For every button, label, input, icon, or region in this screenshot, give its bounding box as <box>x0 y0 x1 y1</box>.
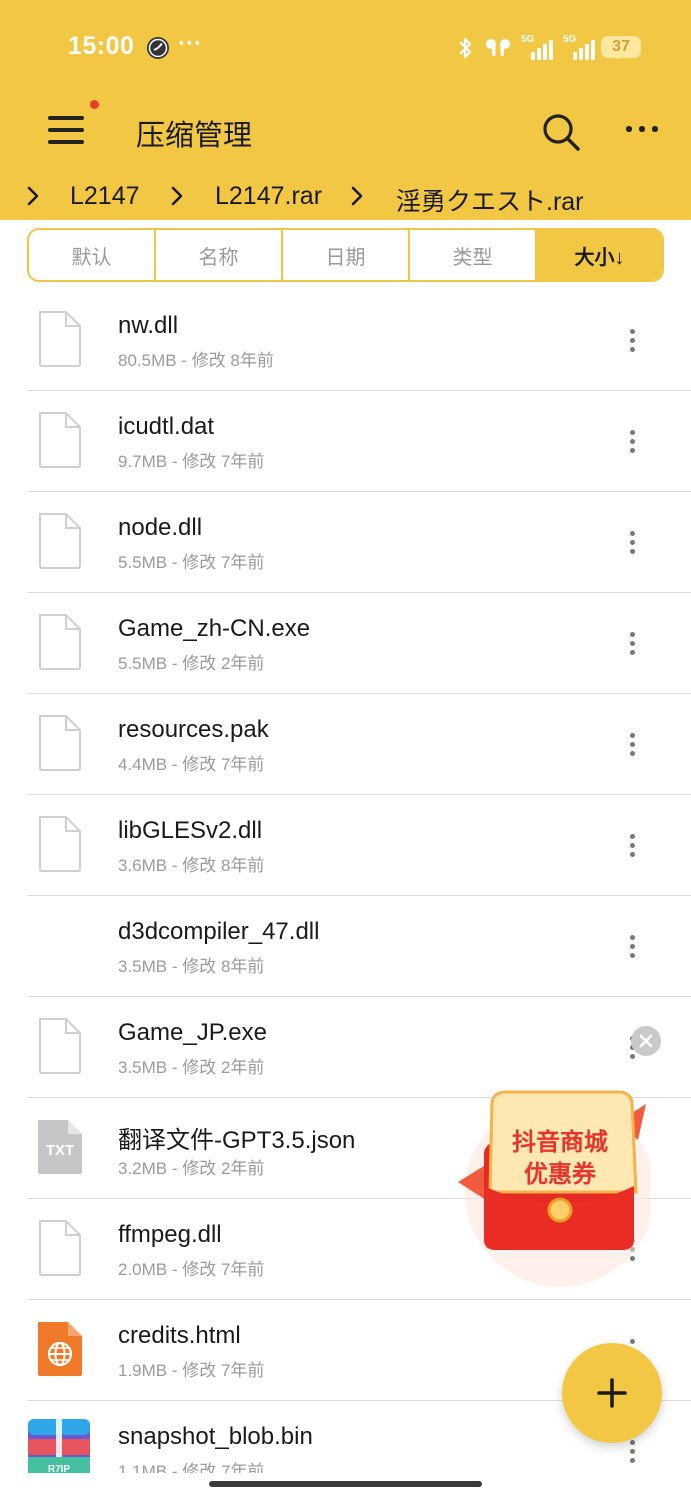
more-options-icon[interactable] <box>622 126 662 136</box>
bluetooth-icon <box>459 37 472 59</box>
signal-bars-icon <box>531 40 553 60</box>
status-more-dots: ··· <box>178 30 202 57</box>
app-header: 15:00 ··· 5G 5G 37 压缩管理 L2147 L2147.rar … <box>0 0 691 220</box>
file-name: credits.html <box>118 1322 241 1349</box>
file-row[interactable]: nw.dll 80.5MB - 修改 8年前 <box>0 290 691 391</box>
red-envelope-coupon-icon[interactable]: 抖音商城 优惠券 <box>450 1082 650 1292</box>
more-vert-icon[interactable] <box>622 731 644 757</box>
sort-tab-size[interactable]: 大小↓ <box>537 230 662 280</box>
file-name: Game_JP.exe <box>118 1019 267 1046</box>
file-name: libGLESv2.dll <box>118 817 263 844</box>
sort-tab-name[interactable]: 名称 <box>156 230 283 280</box>
sort-tab-type[interactable]: 类型 <box>410 230 537 280</box>
file-row[interactable]: resources.pak 4.4MB - 修改 7年前 <box>0 694 691 795</box>
file-meta: 5.5MB - 修改 2年前 <box>118 654 265 673</box>
hamburger-menu-icon[interactable] <box>48 112 88 148</box>
close-icon[interactable] <box>631 1026 661 1056</box>
file-row[interactable]: Game_zh-CN.exe 5.5MB - 修改 2年前 <box>0 593 691 694</box>
file-row[interactable]: d3dcompiler_47.dll 3.5MB - 修改 8年前 <box>0 896 691 997</box>
clock-app-icon <box>147 37 169 59</box>
file-row[interactable]: libGLESv2.dll 3.6MB - 修改 8年前 <box>0 795 691 896</box>
notification-badge-dot <box>90 100 99 109</box>
file-meta: 80.5MB - 修改 8年前 <box>118 351 274 370</box>
file-meta: 5.5MB - 修改 7年前 <box>118 553 265 572</box>
earbuds-icon <box>486 39 510 56</box>
sort-tabs: 默认 名称 日期 类型 大小↓ <box>27 228 664 282</box>
status-time: 15:00 <box>68 32 135 60</box>
signal-bars-icon <box>573 40 595 60</box>
file-meta: 2.0MB - 修改 7年前 <box>118 1260 265 1279</box>
chevron-right-icon <box>351 186 363 206</box>
plus-icon <box>597 1378 627 1408</box>
file-name: resources.pak <box>118 716 269 743</box>
file-meta: 9.7MB - 修改 7年前 <box>118 452 265 471</box>
home-indicator[interactable] <box>209 1481 482 1487</box>
file-icon <box>39 1018 81 1074</box>
file-name: 翻译文件-GPT3.5.json <box>118 1127 356 1154</box>
app-bar: 压缩管理 <box>0 100 691 164</box>
file-icon <box>39 311 81 367</box>
archive-icon-label: R7IP <box>48 1464 71 1473</box>
signal-5g-2: 5G <box>563 34 597 60</box>
file-icon <box>39 412 81 468</box>
file-meta: 3.6MB - 修改 8年前 <box>118 856 265 875</box>
more-vert-icon[interactable] <box>622 428 644 454</box>
file-name: ffmpeg.dll <box>118 1221 222 1248</box>
more-vert-icon[interactable] <box>622 327 644 353</box>
chevron-right-icon <box>171 186 183 206</box>
more-vert-icon[interactable] <box>622 933 644 959</box>
coupon-line2: 优惠券 <box>524 1160 597 1188</box>
file-name: Game_zh-CN.exe <box>118 615 311 642</box>
file-meta: 1.1MB - 修改 7年前 <box>118 1462 265 1473</box>
file-name: node.dll <box>118 514 203 541</box>
txt-icon-label: TXT <box>46 1142 74 1159</box>
file-icon <box>39 715 81 771</box>
file-name: icudtl.dat <box>118 413 215 440</box>
file-meta: 3.2MB - 修改 2年前 <box>118 1159 265 1178</box>
more-vert-icon[interactable] <box>622 529 644 555</box>
breadcrumb-item[interactable]: L2147 <box>70 182 140 211</box>
more-vert-icon[interactable] <box>622 832 644 858</box>
file-name: d3dcompiler_47.dll <box>118 918 320 945</box>
page-title: 压缩管理 <box>136 120 253 152</box>
breadcrumb: L2147 L2147.rar 淫勇クエスト.rar <box>0 176 691 220</box>
archive-file-icon: R7IP <box>28 1419 90 1473</box>
file-icon <box>39 614 81 670</box>
breadcrumb-item[interactable]: L2147.rar <box>215 182 322 211</box>
txt-file-icon: TXT <box>38 1120 82 1174</box>
html-globe-icon <box>38 1322 82 1376</box>
coupon-line1: 抖音商城 <box>512 1128 608 1156</box>
file-name: nw.dll <box>118 312 179 339</box>
sort-tab-default[interactable]: 默认 <box>29 230 156 280</box>
file-meta: 1.9MB - 修改 7年前 <box>118 1361 265 1380</box>
file-meta: 3.5MB - 修改 8年前 <box>118 957 265 976</box>
add-fab-button[interactable] <box>562 1343 662 1443</box>
file-name: snapshot_blob.bin <box>118 1423 313 1450</box>
file-meta: 3.5MB - 修改 2年前 <box>118 1058 265 1077</box>
battery-indicator: 37 <box>601 36 641 58</box>
file-row[interactable]: node.dll 5.5MB - 修改 7年前 <box>0 492 691 593</box>
signal-5g-1: 5G <box>521 34 555 60</box>
file-icon <box>39 1220 81 1276</box>
sort-tab-date[interactable]: 日期 <box>283 230 410 280</box>
file-row[interactable]: icudtl.dat 9.7MB - 修改 7年前 <box>0 391 691 492</box>
status-bar: 15:00 ··· 5G 5G 37 <box>0 30 691 70</box>
chevron-right-icon <box>27 186 39 206</box>
breadcrumb-item-current[interactable]: 淫勇クエスト.rar <box>396 182 584 218</box>
file-icon <box>39 513 81 569</box>
more-vert-icon[interactable] <box>622 630 644 656</box>
file-meta: 4.4MB - 修改 7年前 <box>118 755 265 774</box>
file-icon <box>39 816 81 872</box>
close-x-glyph <box>639 1034 653 1048</box>
search-icon[interactable] <box>541 112 581 152</box>
